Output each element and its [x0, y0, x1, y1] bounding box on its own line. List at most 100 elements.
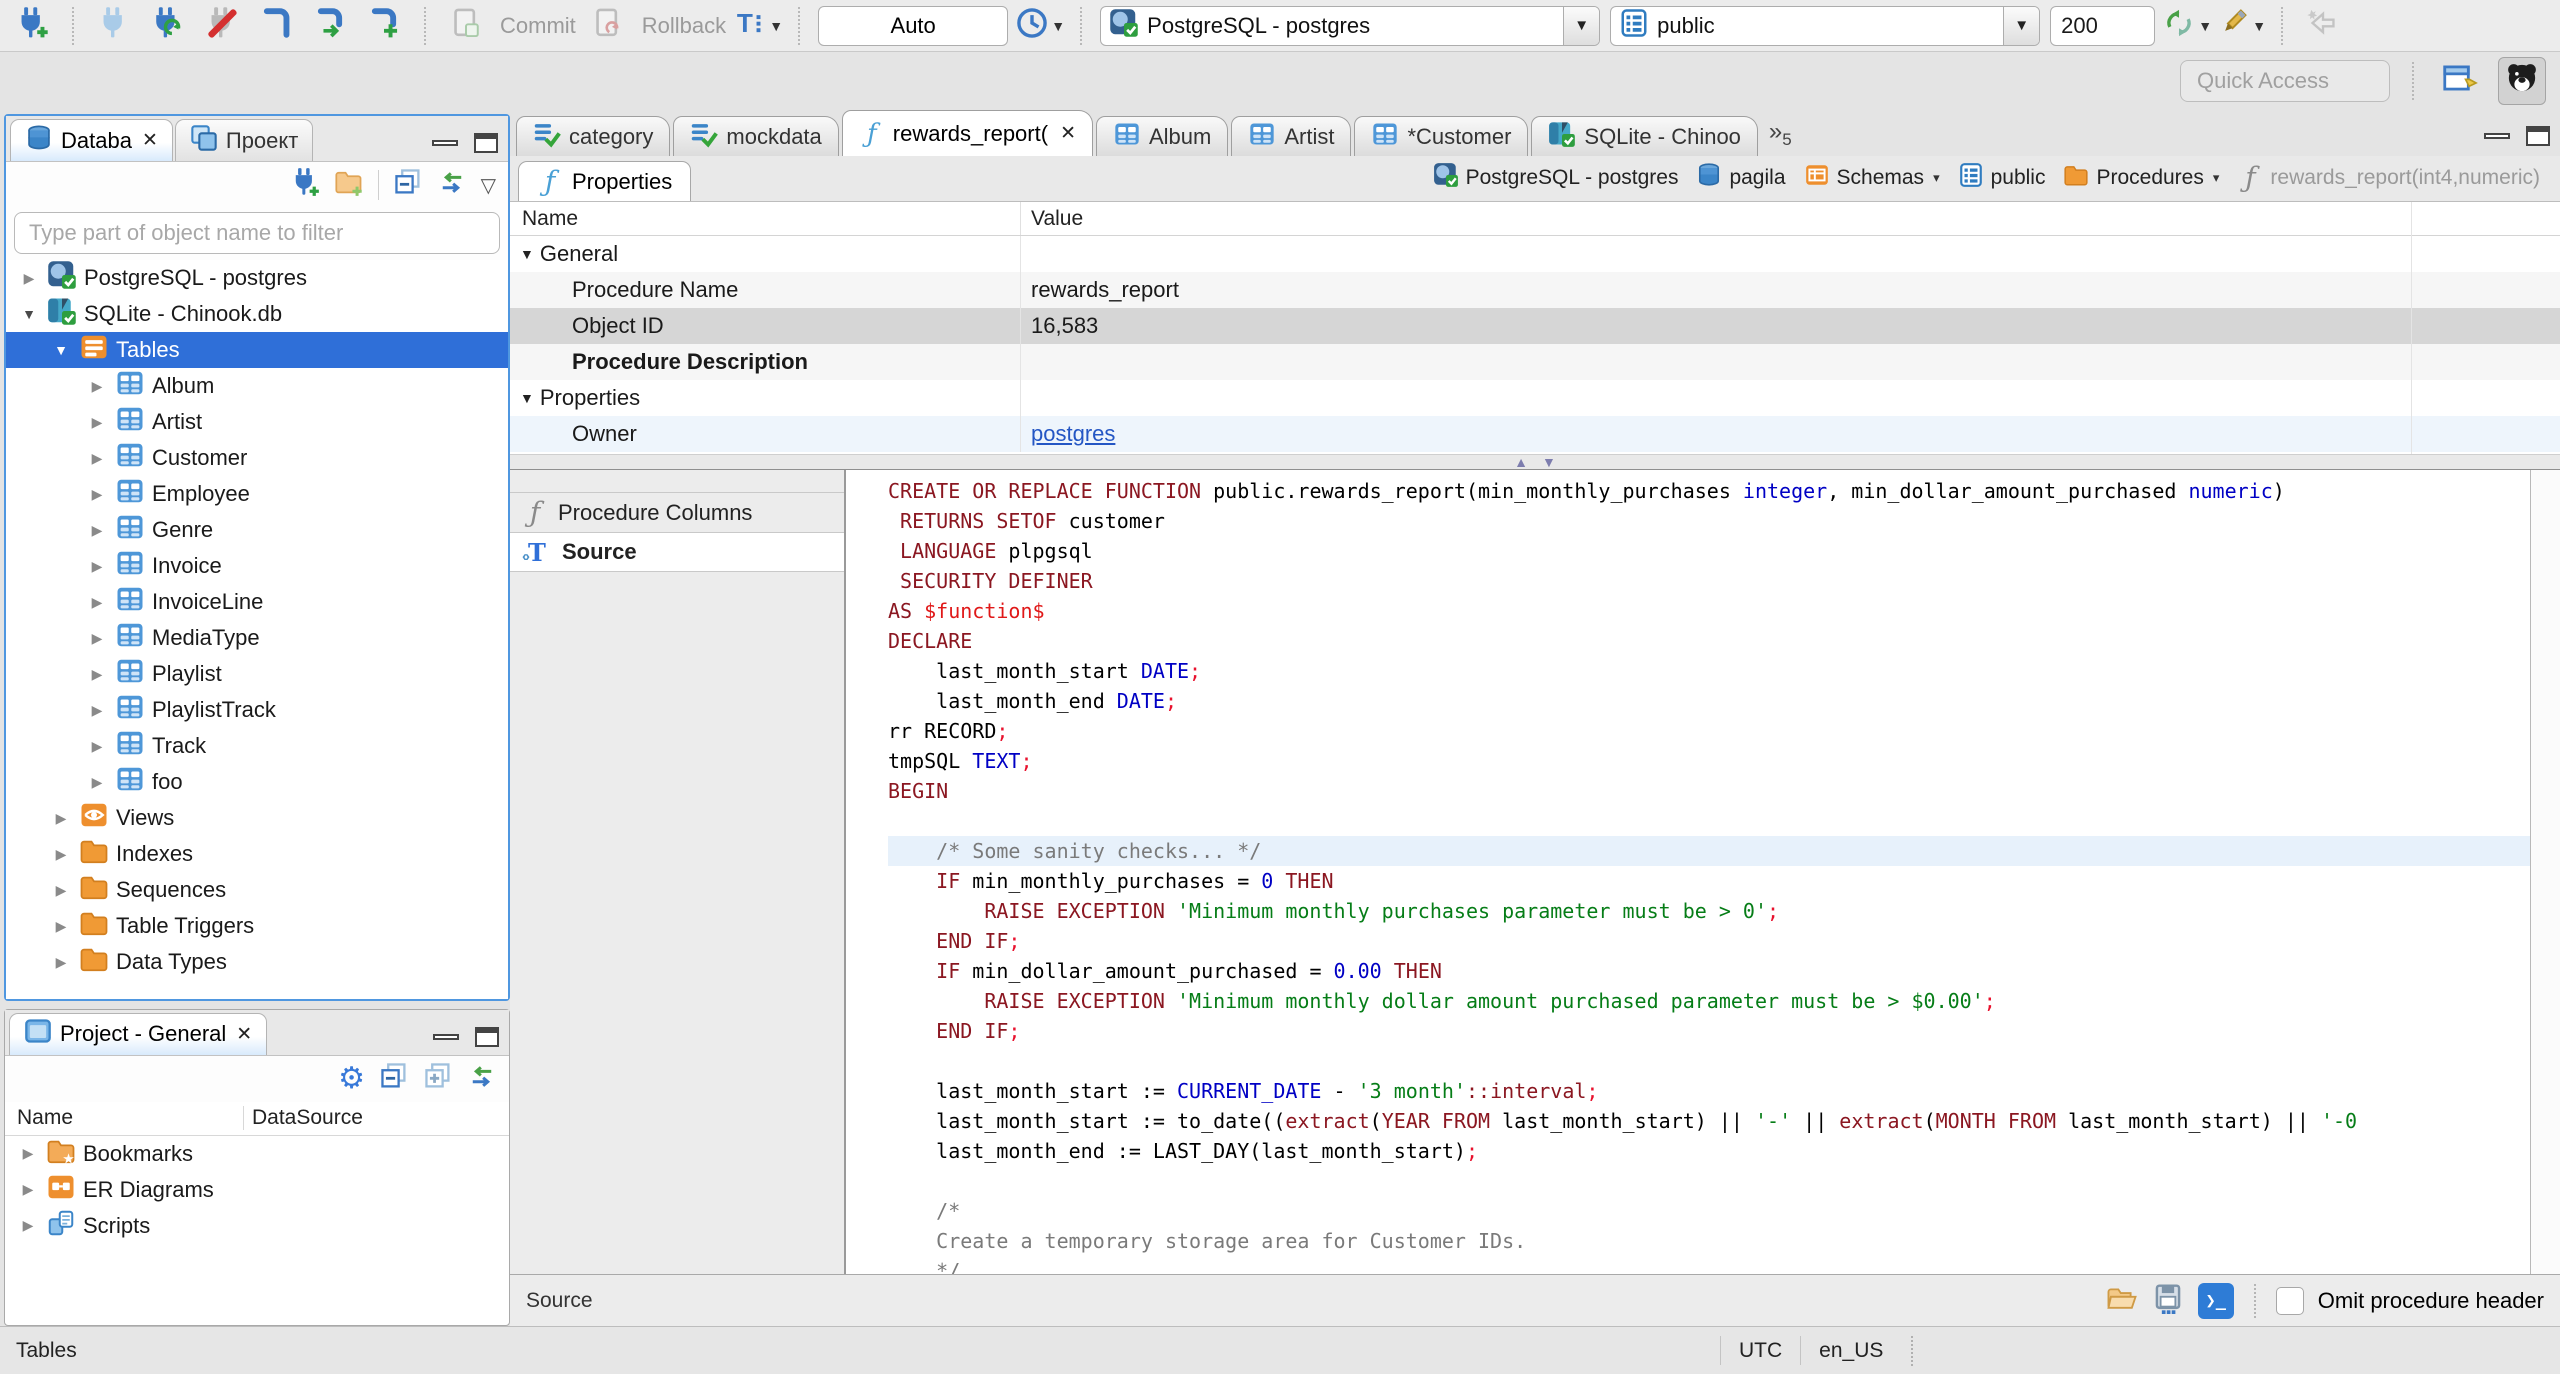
- expander-closed-icon[interactable]: ▶: [86, 738, 108, 755]
- minimize-icon[interactable]: [432, 140, 458, 146]
- project-item-ER-Diagrams[interactable]: ▶ ER Diagrams: [5, 1172, 509, 1208]
- maximize-icon[interactable]: [474, 133, 498, 153]
- collapse-all-icon[interactable]: [393, 167, 423, 203]
- tree-item-Track[interactable]: ▶ Track: [6, 728, 508, 764]
- sql-editor-new-button[interactable]: [362, 4, 406, 48]
- edit-button[interactable]: ▼: [2219, 4, 2266, 48]
- tree-item-Playlist[interactable]: ▶ Playlist: [6, 656, 508, 692]
- property-row-Object-ID[interactable]: Object ID 16,583: [510, 308, 2560, 344]
- column-datasource[interactable]: DataSource: [243, 1106, 375, 1131]
- save-icon[interactable]: [2152, 1282, 2184, 1320]
- tx-mode-button[interactable]: T ▼: [736, 4, 783, 48]
- close-icon[interactable]: ✕: [1060, 122, 1076, 145]
- tree-item-MediaType[interactable]: ▶ MediaType: [6, 620, 508, 656]
- expander-closed-icon[interactable]: ▶: [50, 810, 72, 827]
- project-item-Scripts[interactable]: ▶ Scripts: [5, 1208, 509, 1244]
- tab-overflow-button[interactable]: »5: [1769, 118, 1792, 150]
- connection-dropdown-button[interactable]: ▼: [1563, 6, 1600, 45]
- expander-closed-icon[interactable]: ▶: [86, 486, 108, 503]
- breadcrumb-rewards-report-int4-numeric-[interactable]: ƒ rewards_report(int4,numeric): [2237, 164, 2540, 192]
- expander-closed-icon[interactable]: ▶: [50, 846, 72, 863]
- tree-item-PlaylistTrack[interactable]: ▶ PlaylistTrack: [6, 692, 508, 728]
- property-row-Procedure-Name[interactable]: Procedure Name rewards_report: [510, 272, 2560, 308]
- subtab-Procedure-Columns[interactable]: ƒ Procedure Columns: [510, 492, 844, 532]
- expander-open-icon[interactable]: ▼: [18, 306, 40, 322]
- expander-closed-icon[interactable]: ▶: [86, 702, 108, 719]
- expander-closed-icon[interactable]: ▶: [50, 918, 72, 935]
- schema-dropdown-button[interactable]: ▼: [2003, 6, 2040, 45]
- expand-all-icon[interactable]: [423, 1061, 453, 1097]
- grid-column-name[interactable]: Name: [510, 202, 1020, 235]
- gear-icon[interactable]: ⚙: [338, 1063, 365, 1094]
- expander-closed-icon[interactable]: ▶: [86, 450, 108, 467]
- panel-tab-project-general[interactable]: Project - General ✕: [9, 1012, 268, 1055]
- breadcrumb-public[interactable]: public: [1958, 162, 2045, 194]
- connect-new-icon[interactable]: [290, 167, 320, 203]
- tree-item-Employee[interactable]: ▶ Employee: [6, 476, 508, 512]
- editor-tab-rewards-report-[interactable]: ƒ rewards_report(✕: [841, 110, 1093, 156]
- breadcrumb-Procedures[interactable]: Procedures ▾: [2063, 162, 2219, 194]
- back-button[interactable]: [2301, 4, 2345, 48]
- connect-button[interactable]: [92, 4, 136, 48]
- panel-tab-Databa[interactable]: Databa ✕: [10, 119, 173, 161]
- omit-header-checkbox[interactable]: [2275, 1286, 2304, 1315]
- commit-label[interactable]: Commit: [500, 13, 576, 39]
- omit-header-label[interactable]: Omit procedure header: [2318, 1288, 2544, 1314]
- open-perspective-button[interactable]: [2436, 57, 2484, 105]
- property-row-Procedure-Description[interactable]: Procedure Description: [510, 344, 2560, 380]
- vertical-scrollbar[interactable]: [2530, 470, 2560, 1274]
- expander-closed-icon[interactable]: ▶: [86, 558, 108, 575]
- connection-select[interactable]: PostgreSQL - postgres ▼: [1100, 5, 1601, 46]
- object-filter-input[interactable]: [14, 212, 500, 254]
- property-row-General[interactable]: ▼ General: [510, 236, 2560, 272]
- project-item-Bookmarks[interactable]: ▶ ★ Bookmarks: [5, 1136, 509, 1172]
- property-row-Properties[interactable]: ▼ Properties: [510, 380, 2560, 416]
- disconnect-button[interactable]: [200, 4, 244, 48]
- tree-item-foo[interactable]: ▶ foo: [6, 764, 508, 800]
- tree-item-Tables[interactable]: ▼ Tables: [6, 332, 508, 368]
- fetch-size-input[interactable]: 200: [2050, 5, 2156, 46]
- editor-tab-Album[interactable]: Album: [1095, 116, 1229, 156]
- commit-button[interactable]: [444, 4, 488, 48]
- tree-item-Artist[interactable]: ▶ Artist: [6, 404, 508, 440]
- editor-tab-category[interactable]: category: [516, 116, 671, 156]
- rollback-button[interactable]: [586, 4, 630, 48]
- link-editor-icon[interactable]: [467, 1061, 497, 1097]
- breadcrumb-Schemas[interactable]: Schemas ▾: [1804, 162, 1940, 194]
- connect-new-button[interactable]: [10, 4, 54, 48]
- terminal-icon[interactable]: ❯_: [2197, 1282, 2234, 1319]
- panel-tab-Проект[interactable]: Проект: [174, 119, 314, 161]
- editor-tab-SQLite-Chinoo[interactable]: SQLite - Chinoo: [1531, 116, 1758, 156]
- commit-mode-select[interactable]: Auto: [818, 5, 1009, 46]
- tree-item-Data-Types[interactable]: ▶ Data Types: [6, 944, 508, 980]
- tree-item-InvoiceLine[interactable]: ▶ InvoiceLine: [6, 584, 508, 620]
- splitter[interactable]: ▲ ▼: [510, 454, 2560, 470]
- tree-item-Indexes[interactable]: ▶ Indexes: [6, 836, 508, 872]
- collapse-up-icon[interactable]: ▲: [1514, 455, 1528, 469]
- expander-closed-icon[interactable]: ▶: [86, 594, 108, 611]
- schema-select[interactable]: public ▼: [1610, 5, 2041, 46]
- editor-tab-Artist[interactable]: Artist: [1231, 116, 1352, 156]
- expander-closed-icon[interactable]: ▶: [86, 774, 108, 791]
- dbeaver-perspective-button[interactable]: [2498, 57, 2546, 105]
- editor-tab-mockdata[interactable]: mockdata: [673, 116, 839, 156]
- column-name[interactable]: Name: [5, 1106, 243, 1130]
- tree-item-Sequences[interactable]: ▶ Sequences: [6, 872, 508, 908]
- owner-link[interactable]: postgres: [1031, 421, 1115, 447]
- expander-closed-icon[interactable]: ▶: [86, 630, 108, 647]
- quick-access-input[interactable]: Quick Access: [2180, 60, 2390, 102]
- sql-editor-button[interactable]: [254, 4, 298, 48]
- expander-closed-icon[interactable]: ▶: [17, 1217, 39, 1234]
- expander-closed-icon[interactable]: ▶: [86, 414, 108, 431]
- source-code[interactable]: CREATE OR REPLACE FUNCTION public.reward…: [846, 470, 2530, 1274]
- timezone-indicator[interactable]: UTC: [1720, 1336, 1800, 1365]
- grid-column-value[interactable]: Value: [1020, 202, 2560, 235]
- subtab-Source[interactable]: ‹› T Source: [510, 532, 844, 572]
- tree-item-PostgreSQL-postgres[interactable]: ▶ PostgreSQL - postgres: [6, 260, 508, 296]
- expander-closed-icon[interactable]: ▶: [18, 270, 40, 287]
- expander-open-icon[interactable]: ▼: [50, 342, 72, 358]
- view-menu-icon[interactable]: ▽: [481, 173, 496, 198]
- expander-closed-icon[interactable]: ▶: [86, 522, 108, 539]
- expander-closed-icon[interactable]: ▶: [50, 882, 72, 899]
- reconnect-button[interactable]: [146, 4, 190, 48]
